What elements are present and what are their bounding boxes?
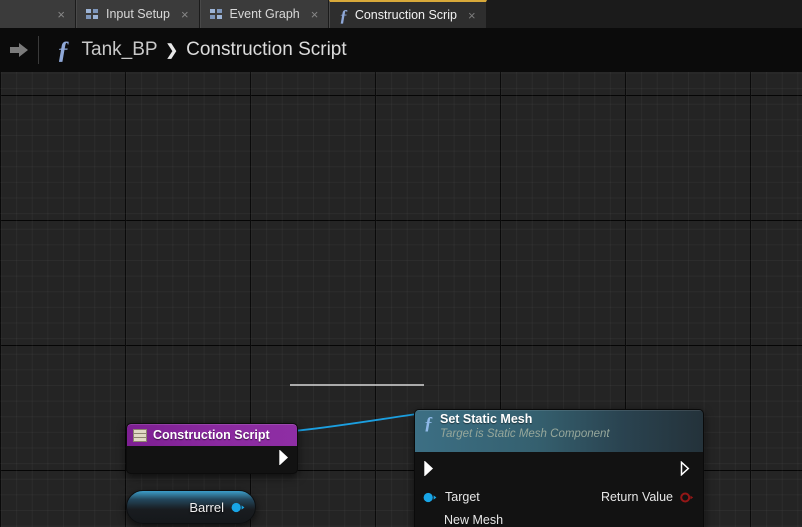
node-body: Target Return Value New Mesh — [415, 452, 703, 527]
tab-label: Construction Scrip — [354, 7, 457, 22]
node-construction-script[interactable]: Construction Script — [126, 423, 298, 474]
tab-input-setup[interactable]: Input Setup × — [76, 0, 200, 28]
node-body — [127, 446, 297, 473]
node-title: Set Static Mesh — [440, 412, 533, 426]
breadcrumb-bar: ƒ Tank_BP ❯ Construction Script — [0, 28, 802, 72]
graph-canvas[interactable]: Construction Script Barrel ƒ Set Static … — [0, 72, 802, 527]
arrow-right-icon — [10, 43, 28, 57]
pin-label-new-mesh: New Mesh — [444, 513, 504, 527]
node-header: Construction Script — [127, 424, 297, 446]
node-title: Construction Script — [153, 428, 270, 442]
function-icon: ƒ — [57, 36, 70, 64]
tab-construction-script[interactable]: ƒ Construction Scrip × — [329, 0, 487, 28]
pin-exec-out[interactable] — [279, 450, 291, 465]
pin-target[interactable] — [423, 492, 437, 503]
close-icon[interactable]: × — [307, 8, 323, 21]
chevron-right-icon: ❯ — [165, 42, 179, 59]
tab-label: Input Setup — [106, 6, 170, 21]
node-header: ƒ Set Static Mesh Target is Static Mesh … — [415, 410, 703, 452]
tab-bar: × Input Setup × Event Graph × ƒ Construc… — [0, 0, 802, 28]
graph-icon — [86, 8, 99, 20]
object-pin-icon — [423, 492, 437, 502]
new-mesh-row: New Mesh tank_fbx_Barrel — [415, 513, 703, 527]
variable-name-label: Barrel — [189, 499, 224, 515]
breadcrumb-item-current[interactable]: Construction Script — [186, 39, 347, 61]
exec-pin-icon — [680, 461, 690, 476]
close-icon[interactable]: × — [177, 8, 193, 21]
pin-label-return-value: Return Value — [600, 490, 673, 504]
pin-barrel-out[interactable] — [231, 502, 245, 513]
target-row: Target Return Value — [415, 488, 703, 506]
pin-label-target: Target — [445, 490, 480, 504]
exec-row — [415, 461, 703, 479]
node-subtitle: Target is Static Mesh Component — [440, 427, 610, 440]
blueprint-editor-window: × Input Setup × Event Graph × ƒ Construc… — [0, 0, 802, 527]
close-icon[interactable]: × — [53, 8, 69, 21]
event-node-icon — [133, 428, 147, 442]
navigate-forward-button[interactable] — [0, 42, 38, 58]
close-icon[interactable]: × — [464, 9, 480, 22]
pin-exec-out[interactable] — [680, 461, 692, 476]
pin-exec-in[interactable] — [424, 461, 436, 476]
bool-pin-icon — [680, 492, 694, 502]
breadcrumb: Tank_BP ❯ Construction Script — [82, 39, 347, 61]
node-barrel-variable[interactable]: Barrel — [126, 490, 256, 524]
tab-label: Event Graph — [229, 6, 300, 21]
graph-icon — [209, 8, 223, 20]
node-set-static-mesh[interactable]: ƒ Set Static Mesh Target is Static Mesh … — [414, 409, 704, 527]
object-pin-icon — [231, 502, 245, 512]
tab-unnamed[interactable]: × — [0, 0, 76, 28]
tab-event-graph[interactable]: Event Graph × — [199, 0, 330, 28]
function-icon: ƒ — [339, 5, 348, 25]
function-icon: ƒ — [424, 413, 433, 433]
breadcrumb-item-blueprint[interactable]: Tank_BP — [82, 39, 158, 61]
exec-pin-icon — [279, 450, 289, 465]
pin-return-value[interactable] — [680, 492, 694, 503]
exec-pin-icon — [424, 461, 434, 476]
